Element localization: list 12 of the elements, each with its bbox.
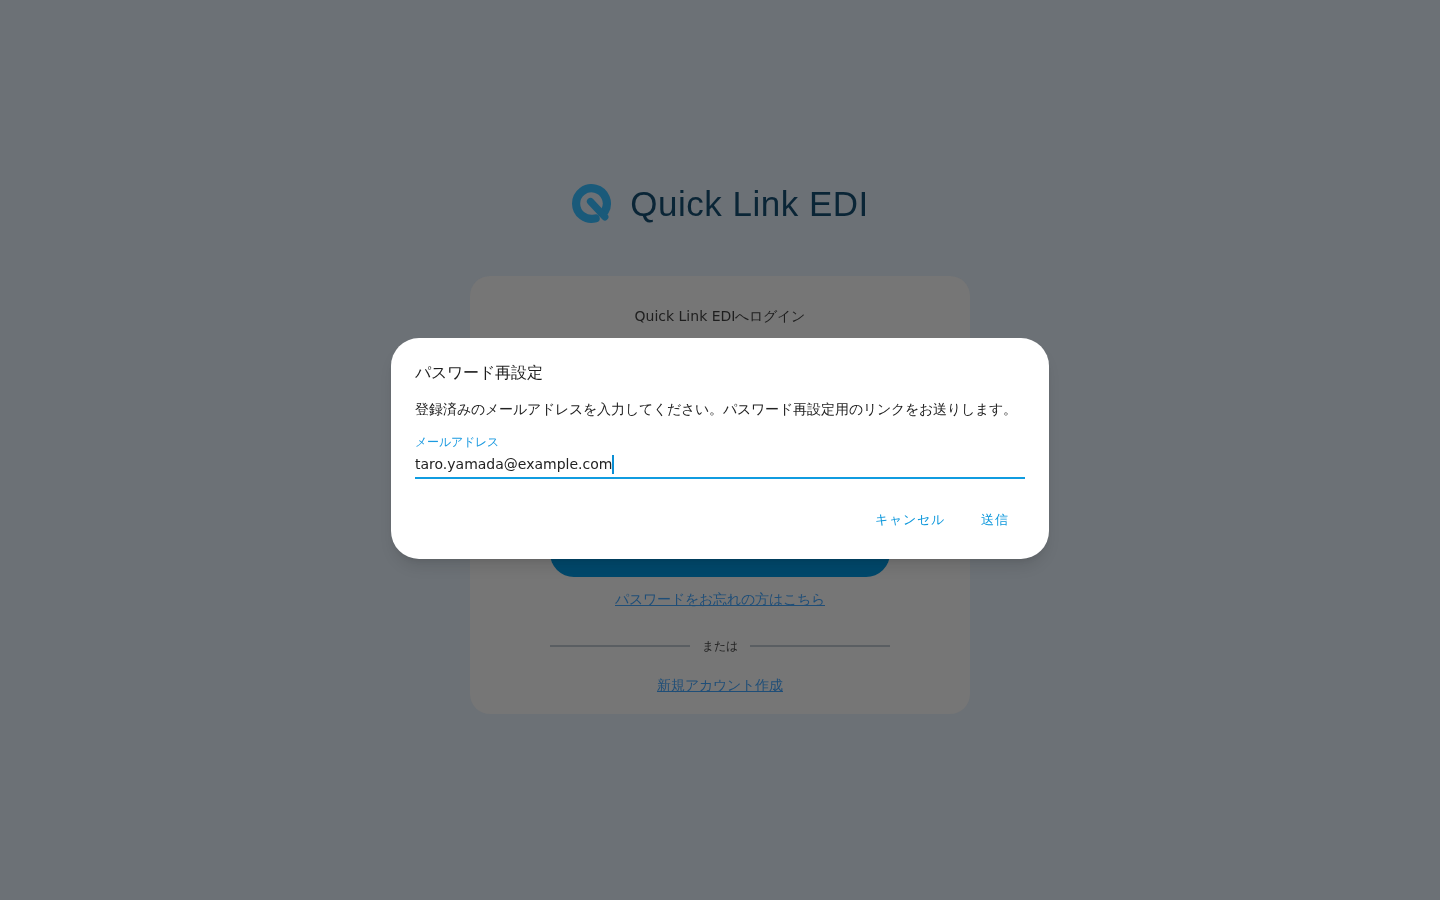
divider-text: または (701, 638, 739, 655)
dialog-title: パスワード再設定 (415, 362, 544, 384)
login-title: Quick Link EDIへログイン (634, 307, 806, 326)
cancel-button[interactable]: キャンセル (859, 502, 961, 538)
forgot-password-link[interactable]: パスワードをお忘れの方はこちら (615, 589, 825, 609)
dialog-description: 登録済みのメールアドレスを入力してください。パスワード再設定用のリンクをお送りします。 (415, 400, 1018, 419)
logo-text: Quick Link EDI (630, 183, 869, 224)
logo-icon (571, 183, 613, 224)
email-input-field[interactable]: taro.yamada@example.com (415, 453, 1025, 479)
signup-link[interactable]: 新規アカウント作成 (657, 675, 783, 695)
submit-button[interactable]: 送信 (965, 502, 1025, 538)
field-label: メールアドレス (415, 434, 500, 450)
